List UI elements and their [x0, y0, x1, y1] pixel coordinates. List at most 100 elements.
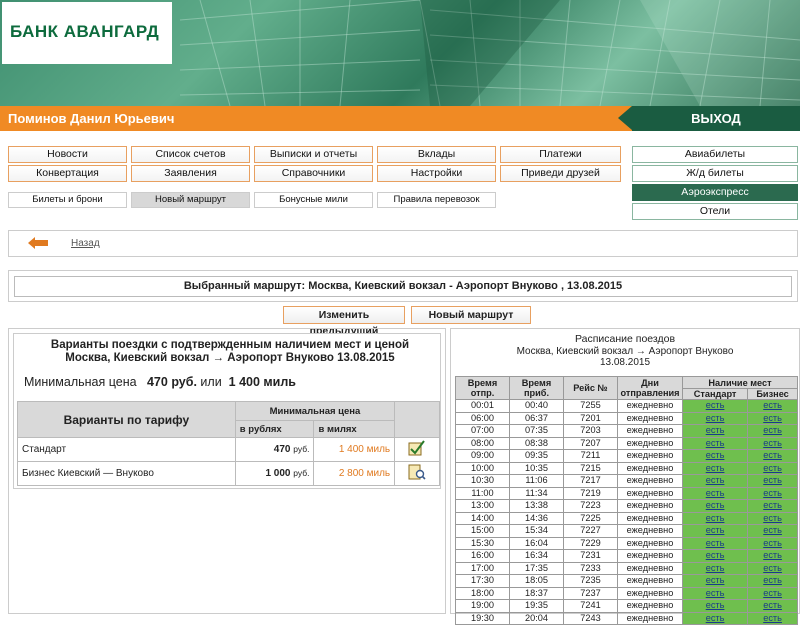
menu-statements[interactable]: Выписки и отчеты: [254, 146, 373, 163]
schedule-route: Москва, Киевский вокзал → Аэропорт Внуко…: [516, 346, 734, 357]
business-availability[interactable]: есть: [747, 399, 798, 413]
trip-number: 7201: [563, 411, 618, 425]
col-miles-header: в милях: [313, 420, 396, 438]
menu-invite-friends[interactable]: Приведи друзей: [500, 165, 621, 182]
standard-availability[interactable]: есть: [681, 574, 749, 588]
business-availability[interactable]: есть: [747, 536, 798, 550]
tariff-row[interactable]: Стандарт 470 руб. 1 400 миль: [17, 437, 440, 462]
business-availability[interactable]: есть: [747, 449, 798, 463]
standard-availability[interactable]: есть: [681, 436, 749, 450]
min-price-label: Минимальная цена: [24, 375, 137, 389]
business-availability[interactable]: есть: [747, 574, 798, 588]
business-availability[interactable]: есть: [747, 561, 798, 575]
business-availability[interactable]: есть: [747, 599, 798, 613]
standard-availability[interactable]: есть: [681, 586, 749, 600]
schedule-row: 10:00 10:35 7215 ежедневно есть есть: [455, 461, 798, 475]
departure-time: 18:00: [455, 586, 510, 600]
tab-tickets-bookings[interactable]: Билеты и брони: [8, 192, 127, 208]
departure-days: ежедневно: [617, 586, 683, 600]
col-days: Дни отправления: [617, 376, 683, 400]
standard-availability[interactable]: есть: [681, 461, 749, 475]
tariff-name: Бизнес Киевский — Внуково: [17, 461, 236, 486]
schedule-row: 17:30 18:05 7235 ежедневно есть есть: [455, 574, 798, 588]
back-link[interactable]: Назад: [71, 238, 100, 249]
menu-hotels[interactable]: Отели: [632, 203, 798, 220]
menu-conversion[interactable]: Конвертация: [8, 165, 127, 182]
departure-time: 14:00: [455, 511, 510, 525]
standard-availability[interactable]: есть: [681, 511, 749, 525]
departure-time: 19:00: [455, 599, 510, 613]
arrival-time: 00:40: [509, 399, 564, 413]
standard-availability[interactable]: есть: [681, 536, 749, 550]
business-availability[interactable]: есть: [747, 436, 798, 450]
business-availability[interactable]: есть: [747, 586, 798, 600]
business-availability[interactable]: есть: [747, 461, 798, 475]
standard-availability[interactable]: есть: [681, 499, 749, 513]
arrival-time: 14:36: [509, 511, 564, 525]
trip-options-route: Москва, Киевский вокзал → Аэропорт Внуко…: [65, 352, 395, 364]
col-rub-header: в рублях: [234, 420, 315, 438]
departure-time: 10:30: [455, 474, 510, 488]
menu-news[interactable]: Новости: [8, 146, 127, 163]
menu-payments[interactable]: Платежи: [500, 146, 621, 163]
business-availability[interactable]: есть: [747, 549, 798, 563]
trip-number: 7231: [563, 549, 618, 563]
col-standard: Стандарт: [681, 388, 749, 400]
schedule-row: 09:00 09:35 7211 ежедневно есть есть: [455, 449, 798, 463]
schedule-title: Расписание поездов: [574, 333, 676, 345]
schedule-row: 15:30 16:04 7229 ежедневно есть есть: [455, 536, 798, 550]
tab-bonus-miles[interactable]: Бонусные мили: [254, 192, 373, 208]
business-availability[interactable]: есть: [747, 411, 798, 425]
change-previous-button[interactable]: Изменить предыдущий: [283, 306, 405, 337]
standard-availability[interactable]: есть: [681, 424, 749, 438]
departure-time: 10:00: [455, 461, 510, 475]
menu-applications[interactable]: Заявления: [131, 165, 250, 182]
search-document-icon[interactable]: [408, 464, 426, 480]
col-business: Бизнес: [747, 388, 798, 400]
menu-deposits[interactable]: Вклады: [377, 146, 496, 163]
standard-availability[interactable]: есть: [681, 561, 749, 575]
schedule-row: 13:00 13:38 7223 ежедневно есть есть: [455, 499, 798, 513]
trip-options-title: Варианты поездки с подтвержденным наличи…: [50, 339, 410, 351]
business-availability[interactable]: есть: [747, 524, 798, 538]
arrival-time: 11:06: [509, 474, 564, 488]
departure-time: 17:00: [455, 561, 510, 575]
menu-rail-tickets[interactable]: Ж/д билеты: [632, 165, 798, 182]
schedule-row: 17:00 17:35 7233 ежедневно есть есть: [455, 561, 798, 575]
min-price-or: или: [200, 375, 222, 389]
menu-aeroexpress[interactable]: Аэроэкспресс: [632, 184, 798, 201]
standard-availability[interactable]: есть: [681, 599, 749, 613]
logout-button[interactable]: ВЫХОД: [618, 106, 800, 131]
standard-availability[interactable]: есть: [681, 486, 749, 500]
menu-references[interactable]: Справочники: [254, 165, 373, 182]
menu-avia-tickets[interactable]: Авиабилеты: [632, 146, 798, 163]
schedule-date: 13.08.2015: [599, 357, 651, 368]
trip-number: 7255: [563, 399, 618, 413]
business-availability[interactable]: есть: [747, 511, 798, 525]
menu-settings[interactable]: Настройки: [377, 165, 496, 182]
menu-accounts[interactable]: Список счетов: [131, 146, 250, 163]
standard-availability[interactable]: есть: [681, 549, 749, 563]
tariff-rub-unit: руб.: [293, 468, 310, 478]
min-price-rub: 470 руб.: [146, 375, 197, 389]
standard-availability[interactable]: есть: [681, 449, 749, 463]
business-availability[interactable]: есть: [747, 424, 798, 438]
arrival-time: 18:37: [509, 586, 564, 600]
business-availability[interactable]: есть: [747, 486, 798, 500]
standard-availability[interactable]: есть: [681, 411, 749, 425]
standard-availability[interactable]: есть: [681, 399, 749, 413]
tab-transport-rules[interactable]: Правила перевозок: [377, 192, 496, 208]
business-availability[interactable]: есть: [747, 474, 798, 488]
standard-availability[interactable]: есть: [681, 524, 749, 538]
back-arrow-icon[interactable]: [28, 237, 48, 249]
tab-new-route[interactable]: Новый маршрут: [131, 192, 250, 208]
standard-availability[interactable]: есть: [681, 474, 749, 488]
col-departure: Время отпр.: [455, 376, 510, 400]
departure-time: 00:01: [455, 399, 510, 413]
select-checkbox-icon[interactable]: [408, 440, 426, 456]
tariff-row[interactable]: Бизнес Киевский — Внуково 1 000 руб. 2 8…: [17, 461, 440, 486]
departure-time: 08:00: [455, 436, 510, 450]
new-route-button[interactable]: Новый маршрут: [411, 306, 531, 324]
business-availability[interactable]: есть: [747, 499, 798, 513]
arrival-time: 18:05: [509, 574, 564, 588]
